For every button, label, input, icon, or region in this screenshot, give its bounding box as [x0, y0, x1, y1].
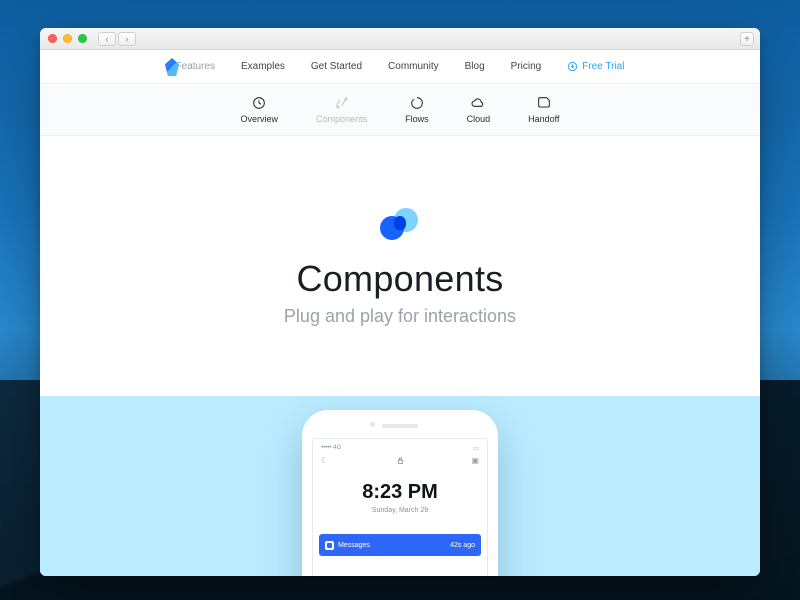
minimize-window-button[interactable]: [63, 34, 72, 43]
subnav-flows[interactable]: Flows: [405, 95, 429, 124]
primary-nav: Features Examples Get Started Community …: [40, 50, 760, 84]
zoom-window-button[interactable]: [78, 34, 87, 43]
subnav-flows-label: Flows: [405, 114, 429, 124]
notification-card[interactable]: Messages 42s ago: [319, 534, 481, 556]
components-icon: [334, 95, 350, 111]
lock-row: ☾ ▣: [319, 456, 481, 465]
overview-icon: [251, 95, 267, 111]
subnav-cloud[interactable]: Cloud: [467, 95, 491, 124]
free-trial-label: Free Trial: [582, 61, 624, 72]
nav-community[interactable]: Community: [388, 61, 439, 72]
notification-app-label: Messages: [338, 542, 370, 549]
cloud-icon: [470, 95, 486, 111]
window-controls: [48, 34, 87, 43]
subnav-handoff-label: Handoff: [528, 114, 559, 124]
window-titlebar: ‹ › +: [40, 28, 760, 50]
close-window-button[interactable]: [48, 34, 57, 43]
showcase-strip: ••••• 4G ▭ ☾ ▣ 8:23 PM Sunday, March 29 …: [40, 396, 760, 576]
phone-screen: ••••• 4G ▭ ☾ ▣ 8:23 PM Sunday, March 29 …: [312, 438, 488, 576]
lock-icon: [396, 456, 405, 465]
nav-get-started[interactable]: Get Started: [311, 61, 362, 72]
nav-pricing[interactable]: Pricing: [511, 61, 542, 72]
subnav-cloud-label: Cloud: [467, 114, 491, 124]
date-label: Sunday, March 29: [319, 507, 481, 514]
time-label: 8:23 PM: [319, 481, 481, 504]
phone-mockup: ••••• 4G ▭ ☾ ▣ 8:23 PM Sunday, March 29 …: [302, 410, 498, 576]
new-tab-button[interactable]: +: [740, 32, 754, 46]
subnav-components-label: Components: [316, 114, 367, 124]
messages-app-icon: [325, 541, 334, 550]
notification-time-label: 42s ago: [450, 542, 475, 549]
nav-examples[interactable]: Examples: [241, 61, 285, 72]
forward-button[interactable]: ›: [118, 32, 136, 46]
battery-icon: ▭: [473, 445, 479, 452]
page-title: Components: [296, 258, 503, 300]
signal-label: ••••• 4G: [321, 445, 341, 452]
browser-nav-buttons: ‹ ›: [98, 32, 136, 46]
back-button[interactable]: ‹: [98, 32, 116, 46]
handoff-icon: [536, 95, 552, 111]
camera-icon: ▣: [469, 456, 479, 465]
components-logo-icon: [378, 206, 422, 250]
lockscreen-time: 8:23 PM Sunday, March 29: [319, 481, 481, 514]
nav-blog[interactable]: Blog: [465, 61, 485, 72]
dnd-icon: ☾: [321, 456, 331, 465]
nav-free-trial[interactable]: Free Trial: [567, 61, 624, 72]
subnav-overview[interactable]: Overview: [241, 95, 279, 124]
nav-features[interactable]: Features: [176, 61, 215, 72]
subnav-components[interactable]: Components: [316, 95, 367, 124]
hero-section: Components Plug and play for interaction…: [40, 136, 760, 396]
flows-icon: [409, 95, 425, 111]
download-icon: [567, 61, 578, 72]
browser-window: ‹ › + Features Examples Get Started Comm…: [40, 28, 760, 576]
page-subtitle: Plug and play for interactions: [284, 306, 516, 327]
phone-status-bar: ••••• 4G ▭: [319, 445, 481, 456]
subnav-handoff[interactable]: Handoff: [528, 95, 559, 124]
secondary-nav: Overview Components Flows Cloud Handoff: [40, 84, 760, 136]
subnav-overview-label: Overview: [241, 114, 279, 124]
